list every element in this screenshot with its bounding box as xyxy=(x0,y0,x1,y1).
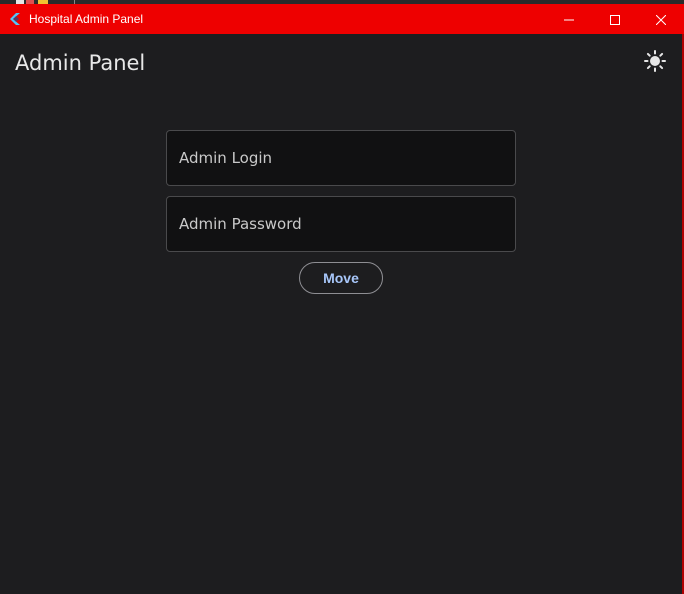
admin-login-field xyxy=(166,130,516,186)
move-button-label: Move xyxy=(323,270,359,286)
admin-password-input[interactable] xyxy=(167,197,515,251)
close-icon xyxy=(655,10,667,29)
window-title: Hospital Admin Panel xyxy=(29,12,144,26)
maximize-button[interactable] xyxy=(592,4,638,34)
page-title: Admin Panel xyxy=(15,51,146,75)
window-controls xyxy=(546,4,684,34)
minimize-button[interactable] xyxy=(546,4,592,34)
maximize-icon xyxy=(610,10,620,29)
app-window: Hospital Admin Panel Admin Panel Admin L… xyxy=(0,0,684,594)
sun-icon xyxy=(644,50,666,76)
minimize-icon xyxy=(564,10,574,29)
admin-password-field xyxy=(166,196,516,252)
move-button[interactable]: Move xyxy=(299,262,383,294)
theme-toggle-button[interactable] xyxy=(643,50,667,76)
app-bar: Admin Panel xyxy=(0,34,682,92)
window-titlebar[interactable]: Hospital Admin Panel xyxy=(0,4,684,34)
close-button[interactable] xyxy=(638,4,684,34)
admin-login-input[interactable] xyxy=(167,131,515,185)
flutter-logo-icon xyxy=(8,12,22,26)
